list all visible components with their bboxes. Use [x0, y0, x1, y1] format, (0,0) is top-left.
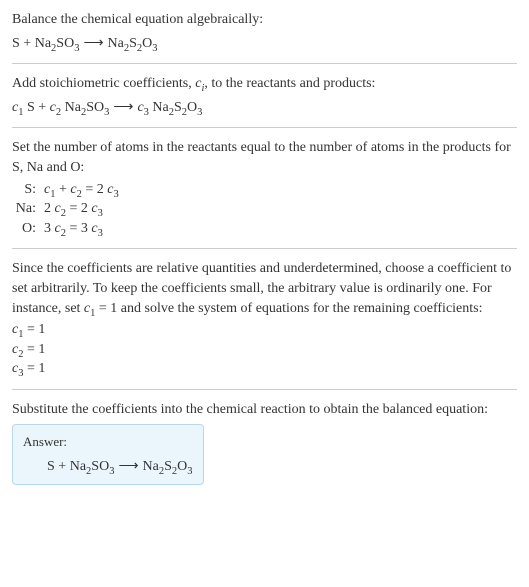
divider: [12, 63, 517, 64]
coeff-c2: c2 = 1: [12, 340, 517, 360]
coefficient-equation: c1 S + c2 Na2SO3⟶c3 Na2S2O3: [12, 98, 517, 118]
step-atom-balance: Set the number of atoms in the reactants…: [12, 138, 517, 238]
unbalanced-equation: S + Na2SO3⟶Na2S2O3: [12, 34, 517, 54]
atom-row-s: S: c1 + c2 = 2 c3: [12, 180, 517, 200]
step-solve: Since the coefficients are relative quan…: [12, 259, 517, 379]
step2-text: Add stoichiometric coefficients, ci, to …: [12, 74, 517, 94]
step5-text: Substitute the coefficients into the che…: [12, 400, 517, 420]
atom-row-na: Na: 2 c2 = 2 c3: [12, 199, 517, 219]
arrow-icon: ⟶: [79, 36, 107, 51]
arrow-icon: ⟶: [109, 100, 137, 115]
step3-text: Set the number of atoms in the reactants…: [12, 138, 517, 177]
atom-row-o: O: 3 c2 = 3 c3: [12, 219, 517, 239]
step-add-coefficients: Add stoichiometric coefficients, ci, to …: [12, 74, 517, 117]
step4-text: Since the coefficients are relative quan…: [12, 259, 517, 318]
product-na2s2o3: Na2S2O3: [108, 36, 158, 51]
atom-equations: S: c1 + c2 = 2 c3 Na: 2 c2 = 2 c3 O: 3 c…: [12, 180, 517, 239]
divider: [12, 389, 517, 390]
plus: +: [20, 36, 35, 51]
intro-text: Balance the chemical equation algebraica…: [12, 10, 517, 30]
step-substitute: Substitute the coefficients into the che…: [12, 400, 517, 485]
balanced-equation: S + Na2SO3⟶Na2S2O3: [23, 457, 193, 477]
solved-coefficients: c1 = 1 c2 = 1 c3 = 1: [12, 320, 517, 379]
answer-label: Answer:: [23, 433, 193, 451]
divider: [12, 127, 517, 128]
reactant-na2so3: Na2SO3: [35, 36, 80, 51]
coeff-c3: c3 = 1: [12, 359, 517, 379]
arrow-icon: ⟶: [114, 459, 142, 474]
coeff-c1: c1 = 1: [12, 320, 517, 340]
answer-box: Answer: S + Na2SO3⟶Na2S2O3: [12, 424, 204, 486]
divider: [12, 248, 517, 249]
reactant-s: S: [12, 36, 20, 51]
intro-section: Balance the chemical equation algebraica…: [12, 10, 517, 53]
